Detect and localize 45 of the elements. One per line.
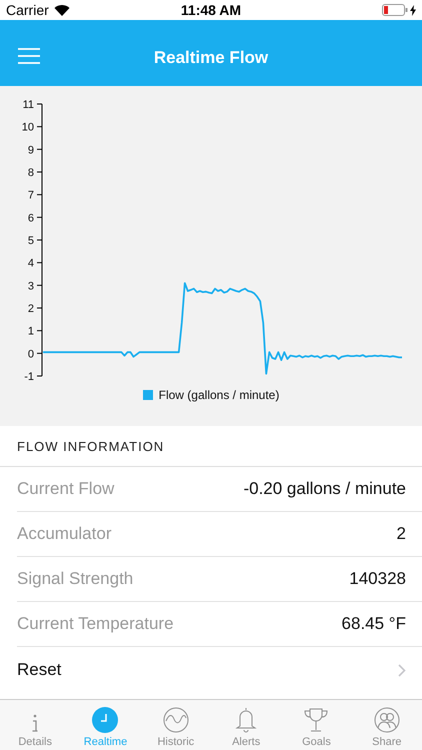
row-value: 68.45 °F bbox=[342, 614, 406, 634]
axis-tick-label: 7 bbox=[28, 190, 34, 202]
row-label: Current Temperature bbox=[17, 614, 174, 634]
row-value: 2 bbox=[396, 524, 406, 544]
chevron-icon bbox=[398, 664, 406, 676]
axis-tick-label: 1 bbox=[28, 326, 34, 338]
tab-bar-item[interactable]: Alerts bbox=[210, 700, 282, 750]
row-label: Current Flow bbox=[17, 479, 114, 499]
carrier-name: Carrier bbox=[6, 2, 49, 18]
axis-tick-label: 5 bbox=[28, 235, 34, 247]
battery-icon bbox=[382, 4, 408, 16]
axis-tick-label: 8 bbox=[28, 167, 34, 179]
section-header: FLOW INFORMATION bbox=[17, 438, 164, 454]
status-time: 11:48 AM bbox=[180, 2, 242, 18]
clock-icon bbox=[92, 707, 118, 733]
row-label: Accumulator bbox=[17, 524, 112, 544]
bell-icon bbox=[234, 707, 258, 733]
wave-icon bbox=[162, 707, 189, 733]
tab-bar-item[interactable]: Goals bbox=[281, 700, 352, 750]
tab-bar-item[interactable]: Realtime bbox=[70, 700, 141, 750]
wifi-icon bbox=[54, 4, 70, 16]
people-icon bbox=[374, 707, 400, 733]
axis-tick-label: 10 bbox=[22, 122, 34, 134]
axis-tick-label: 2 bbox=[28, 303, 34, 315]
menu-button[interactable] bbox=[18, 48, 40, 64]
axis-tick-label: 6 bbox=[28, 212, 34, 224]
tab-bar-item[interactable]: Details bbox=[0, 700, 70, 750]
axis-tick-label: 4 bbox=[28, 258, 34, 270]
axis-tick-label: 9 bbox=[28, 144, 34, 156]
row-label: Signal Strength bbox=[17, 569, 134, 589]
trophy-icon bbox=[303, 707, 330, 733]
reset-link[interactable]: Reset bbox=[17, 660, 62, 680]
tab-bar-item[interactable]: Historic bbox=[140, 700, 211, 750]
row-value: 140328 bbox=[349, 569, 406, 589]
screen-title: Realtime Flow bbox=[154, 48, 268, 68]
axis-tick-label: 3 bbox=[28, 280, 34, 292]
row-value: -0.20 gallons / minute bbox=[243, 479, 406, 499]
tab-bar-item[interactable]: Share bbox=[352, 700, 422, 750]
axis-tick-label: 11 bbox=[22, 99, 34, 111]
axis-tick-label: 0 bbox=[28, 348, 34, 360]
axis-tick-label: -1 bbox=[24, 371, 34, 383]
legend-label: Flow (gallons / minute) bbox=[158, 388, 280, 402]
menu-icon bbox=[18, 48, 40, 64]
charging-icon bbox=[410, 4, 416, 16]
info-icon bbox=[31, 713, 40, 733]
